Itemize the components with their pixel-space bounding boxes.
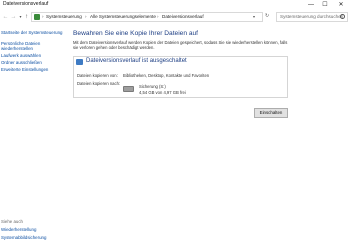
address-bar[interactable]: › Systemsteuerung › Alle Systemsteuerung… [31, 12, 263, 22]
sidebar-link-exclude-folders[interactable]: Ordner ausschließen [1, 60, 42, 65]
drive-icon [123, 86, 134, 92]
status-header: Dateiversionsverlauf ist ausgeschaltet [74, 57, 287, 68]
search-placeholder: Systemsteuerung durchsuchen [280, 14, 344, 19]
page-title: Bewahren Sie eine Kopie Ihrer Dateien au… [73, 30, 198, 37]
see-also-label: Siehe auch [1, 219, 23, 224]
sidebar-link-advanced-settings[interactable]: Erweiterte Einstellungen [1, 67, 48, 72]
status-panel: Dateiversionsverlauf ist ausgeschaltet D… [73, 56, 288, 98]
up-arrow-icon[interactable]: ↑ [23, 13, 30, 21]
control-panel-icon [34, 14, 40, 20]
breadcrumb-separator: › [85, 14, 87, 19]
forward-arrow-icon[interactable]: → [10, 13, 17, 21]
main-content: Bewahren Sie eine Kopie Ihrer Dateien au… [73, 30, 348, 250]
window-title: Dateiversionsverlauf [3, 1, 49, 7]
search-box[interactable]: Systemsteuerung durchsuchen [276, 12, 348, 22]
sidebar-link-control-panel-home[interactable]: Startseite der Systemsteuerung [1, 30, 63, 35]
sidebar: Startseite der Systemsteuerung Persönlic… [0, 30, 66, 250]
sidebar-link-system-image-backup[interactable]: Systemabbildsicherung [1, 235, 46, 240]
copy-to-label: Dateien kopieren nach: [77, 81, 121, 86]
breadcrumb-control-panel[interactable]: Systemsteuerung [46, 14, 82, 19]
breadcrumb-file-history[interactable]: Dateiversionsverlauf [162, 14, 204, 19]
copy-from-label: Dateien kopieren von: [77, 73, 118, 78]
turn-on-button[interactable]: Einschalten [254, 108, 288, 118]
file-history-icon [76, 59, 83, 65]
page-description: Mit dem Dateiversionsverlauf werden Kopi… [73, 40, 288, 51]
sidebar-link-select-drive[interactable]: Laufwerk auswählen [1, 53, 41, 58]
copy-from-value: Bibliotheken, Desktop, Kontakte und Favo… [123, 73, 210, 78]
close-button[interactable]: ✕ [334, 0, 348, 10]
back-arrow-icon[interactable]: ← [2, 13, 9, 21]
breadcrumb-separator: › [42, 14, 44, 19]
maximize-button[interactable]: ☐ [318, 0, 332, 10]
search-icon[interactable] [340, 14, 345, 19]
navigation-bar: ← → ▾ ↑ › Systemsteuerung › Alle Systems… [0, 12, 350, 23]
breadcrumb-all-items[interactable]: Alle Systemsteuerungselemente [90, 14, 156, 19]
sidebar-link-restore-files[interactable]: Persönliche Dateien wiederherstellen [1, 41, 53, 52]
refresh-icon[interactable]: ↻ [265, 13, 269, 19]
status-title: Dateiversionsverlauf ist ausgeschaltet [86, 58, 187, 64]
minimize-button[interactable]: — [304, 0, 318, 10]
sidebar-link-recovery[interactable]: Wiederherstellung [1, 227, 36, 232]
file-history-window: Dateiversionsverlauf — ☐ ✕ ← → ▾ ↑ › Sys… [0, 0, 350, 250]
title-bar: Dateiversionsverlauf — ☐ ✕ [0, 0, 350, 10]
breadcrumb-separator: › [157, 14, 159, 19]
drive-free-space: 4,54 GB von 4,97 GB frei [139, 90, 186, 95]
drive-name: Sicherung (S:) [139, 84, 166, 89]
chevron-down-icon[interactable]: ▾ [253, 14, 255, 19]
